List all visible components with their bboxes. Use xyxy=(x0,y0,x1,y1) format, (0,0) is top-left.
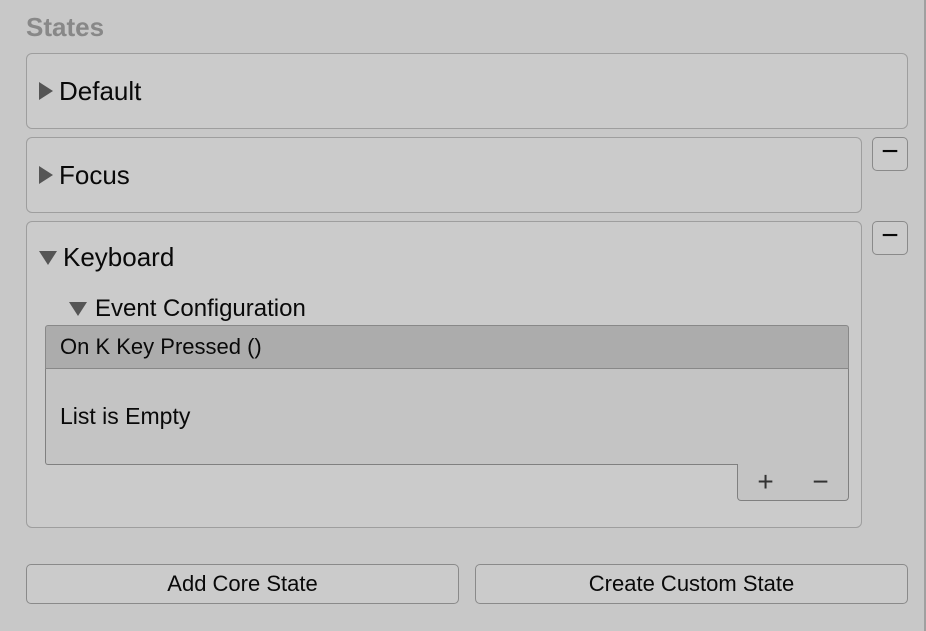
state-row-focus: Focus − xyxy=(26,137,908,213)
event-config-header[interactable]: Event Configuration xyxy=(39,295,849,323)
remove-event-button[interactable]: − xyxy=(793,464,848,500)
add-core-state-button[interactable]: Add Core State xyxy=(26,564,459,604)
create-custom-state-button[interactable]: Create Custom State xyxy=(475,564,908,604)
event-header-bar[interactable]: On K Key Pressed () xyxy=(45,325,849,369)
state-keyboard-header[interactable]: Keyboard xyxy=(39,242,849,273)
states-panel: States Default Focus − Keyboard xyxy=(0,0,924,604)
state-focus-label: Focus xyxy=(59,160,130,191)
chevron-right-icon xyxy=(39,166,53,184)
chevron-right-icon xyxy=(39,82,53,100)
chevron-down-icon xyxy=(39,251,57,265)
state-focus-header[interactable]: Focus xyxy=(39,160,849,191)
bottom-button-row: Add Core State Create Custom State xyxy=(26,564,908,604)
section-title: States xyxy=(26,12,908,43)
state-row-default: Default xyxy=(26,53,908,129)
list-empty-text: List is Empty xyxy=(60,403,190,429)
event-config-label: Event Configuration xyxy=(95,295,306,323)
state-row-keyboard: Keyboard Event Configuration On K Key Pr… xyxy=(26,221,908,528)
state-default-header[interactable]: Default xyxy=(39,76,895,107)
remove-focus-button[interactable]: − xyxy=(872,137,908,171)
plus-icon: + xyxy=(757,466,773,498)
list-add-remove-box: + − xyxy=(737,464,849,501)
state-default-box[interactable]: Default xyxy=(26,53,908,129)
list-footer: + − xyxy=(45,464,849,501)
minus-icon: − xyxy=(812,466,828,498)
add-event-button[interactable]: + xyxy=(738,464,793,500)
state-keyboard-box: Keyboard Event Configuration On K Key Pr… xyxy=(26,221,862,528)
chevron-down-icon xyxy=(69,302,87,316)
state-focus-box[interactable]: Focus xyxy=(26,137,862,213)
state-keyboard-label: Keyboard xyxy=(63,242,174,273)
state-default-label: Default xyxy=(59,76,141,107)
event-list-body: List is Empty xyxy=(45,369,849,465)
remove-keyboard-button[interactable]: − xyxy=(872,221,908,255)
